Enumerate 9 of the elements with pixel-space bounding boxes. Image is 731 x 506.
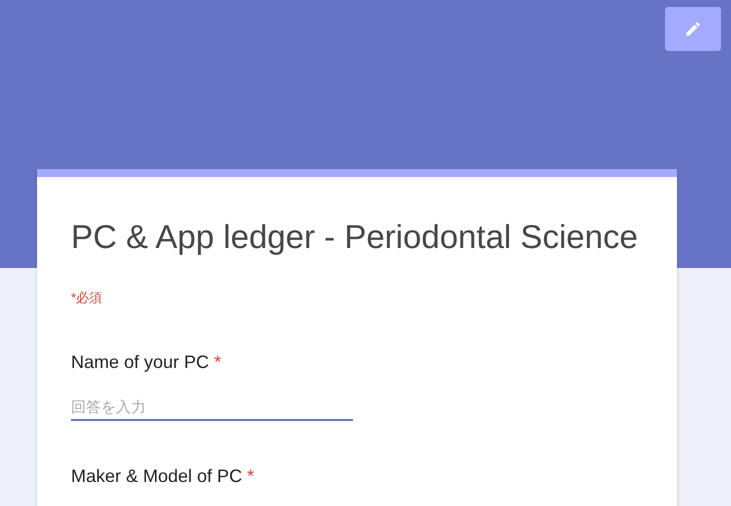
- answer-field[interactable]: 回答を入力: [71, 399, 353, 421]
- pencil-icon: [684, 20, 702, 38]
- question-label: Maker & Model of PC: [71, 466, 242, 487]
- required-mark: *: [214, 352, 222, 373]
- required-mark: *: [247, 466, 254, 487]
- edit-button[interactable]: [665, 7, 721, 51]
- required-note: *必須: [71, 289, 104, 307]
- question-label: Name of your PC: [71, 352, 210, 373]
- form-title: PC & App ledger - Periodontal Science: [71, 217, 639, 257]
